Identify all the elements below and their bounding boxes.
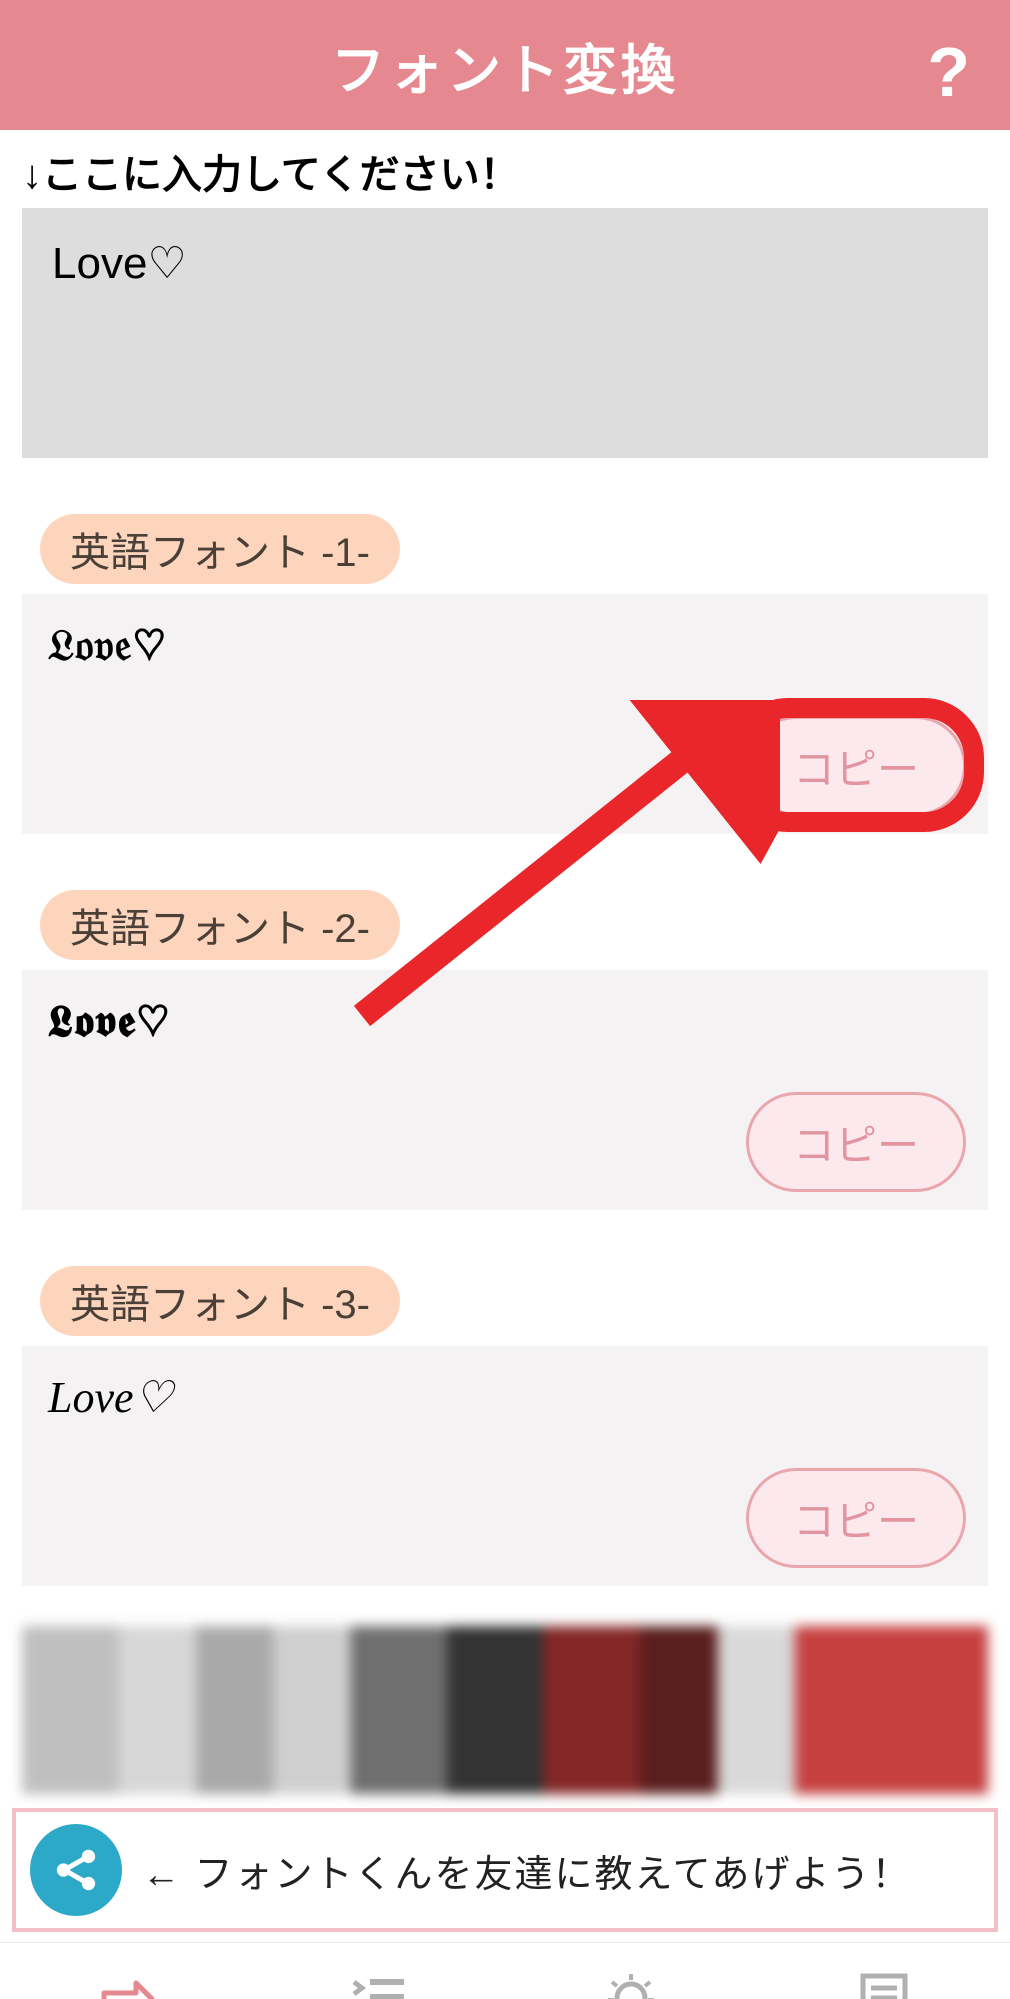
share-text: ← フォントくんを友達に教えてあげよう！: [142, 1843, 912, 1898]
input-hint-label: ↓ここに入力してください！: [22, 142, 988, 200]
font-card-3-wrap: 英語フォント -3- Love♡ コピー: [22, 1266, 988, 1586]
text-input[interactable]: Love♡: [22, 208, 988, 458]
tab-app-intro[interactable]: # アプリ紹介: [758, 1943, 1010, 1999]
tab-premium[interactable]: プレミアム: [505, 1943, 758, 1999]
share-icon[interactable]: [30, 1824, 122, 1916]
font-card-2-label: 英語フォント -2-: [40, 890, 400, 960]
font-card-3-label: 英語フォント -3-: [40, 1266, 400, 1336]
copy-button-2[interactable]: コピー: [746, 1092, 966, 1192]
font-card-2: 𝕷𝖔𝖛𝖊♡ コピー: [22, 970, 988, 1210]
font-card-3: Love♡ コピー: [22, 1346, 988, 1586]
font-card-2-preview: 𝕷𝖔𝖛𝖊♡: [48, 996, 962, 1047]
copy-button-1[interactable]: コピー: [746, 716, 966, 816]
share-glyph-icon: [51, 1845, 101, 1895]
page-title: フォント変換: [331, 26, 679, 105]
main-content: ↓ここに入力してください！ Love♡ 英語フォント -1- 𝔏𝔬𝔳𝔢♡ コピー…: [0, 142, 1010, 1794]
font-card-1-preview: 𝔏𝔬𝔳𝔢♡: [48, 620, 962, 671]
font-card-1: 𝔏𝔬𝔳𝔢♡ コピー: [22, 594, 988, 834]
bottom-tabbar: フォント変換 文字一覧 プレミアム: [0, 1942, 1010, 1999]
apps-icon: #: [852, 1965, 916, 1999]
ad-banner[interactable]: [22, 1626, 988, 1794]
help-icon[interactable]: ?: [927, 32, 970, 112]
tab-char-list[interactable]: 文字一覧: [253, 1943, 506, 1999]
font-card-1-label: 英語フォント -1-: [40, 514, 400, 584]
tab-font-convert[interactable]: フォント変換: [0, 1943, 253, 1999]
text-input-value: Love♡: [52, 239, 187, 288]
font-card-1-wrap: 英語フォント -1- 𝔏𝔬𝔳𝔢♡ コピー: [22, 514, 988, 834]
app-header: フォント変換 ?: [0, 0, 1010, 130]
convert-icon: [94, 1965, 158, 1999]
share-bar[interactable]: ← フォントくんを友達に教えてあげよう！: [12, 1808, 998, 1932]
font-card-2-wrap: 英語フォント -2- 𝕷𝖔𝖛𝖊♡ コピー: [22, 890, 988, 1210]
bulb-icon: [599, 1965, 663, 1999]
font-card-3-preview: Love♡: [48, 1372, 962, 1423]
copy-button-3[interactable]: コピー: [746, 1468, 966, 1568]
list-icon: [347, 1965, 411, 1999]
